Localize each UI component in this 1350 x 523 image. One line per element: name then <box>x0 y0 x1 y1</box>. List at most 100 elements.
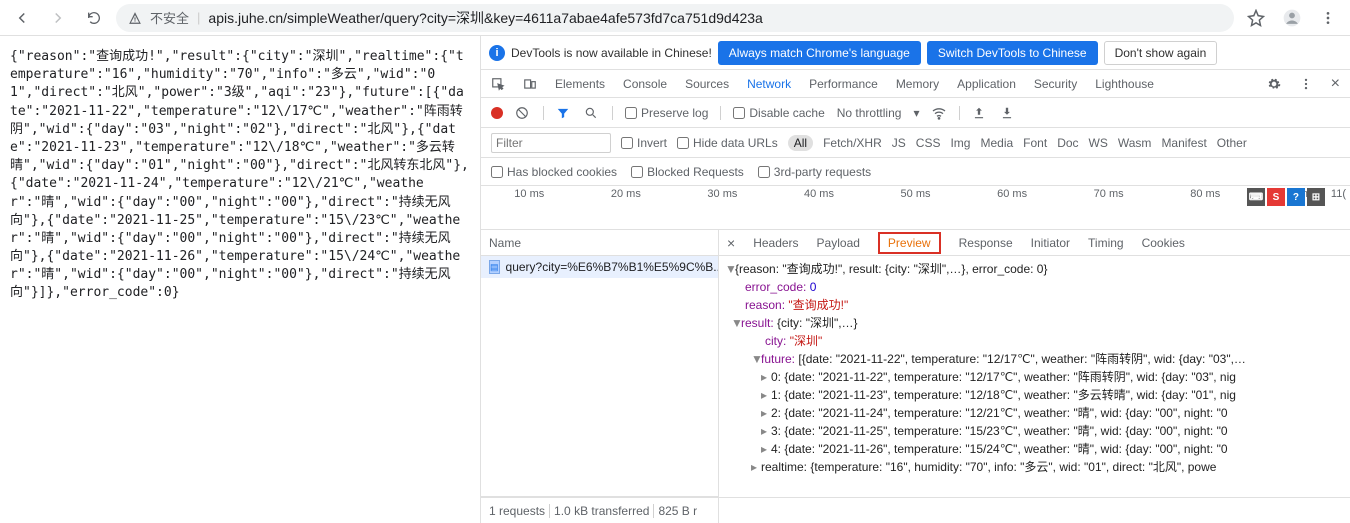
blocked-requests-checkbox[interactable]: Blocked Requests <box>631 165 744 179</box>
dtab-headers[interactable]: Headers <box>753 236 798 250</box>
network-toolbar: Preserve log Disable cache No throttling… <box>481 98 1350 128</box>
download-icon[interactable] <box>1000 106 1016 120</box>
request-row[interactable]: ▤ query?city=%E6%B7%B1%E5%9C%B... <box>481 256 718 278</box>
filter-input[interactable] <box>491 133 611 153</box>
star-icon[interactable] <box>1242 4 1270 32</box>
filter-fetch[interactable]: Fetch/XHR <box>823 136 882 150</box>
devtools-panel: i DevTools is now available in Chinese! … <box>480 36 1350 523</box>
timeline-tick: 60 ms <box>964 186 1061 200</box>
tab-performance[interactable]: Performance <box>809 77 878 91</box>
status-bar: 1 requests 1.0 kB transferred 825 B r <box>481 497 718 523</box>
match-language-button[interactable]: Always match Chrome's language <box>718 41 921 65</box>
timeline[interactable]: 10 ms 20 ms 30 ms 40 ms 50 ms 60 ms 70 m… <box>481 186 1350 230</box>
thirdparty-checkbox[interactable]: 3rd-party requests <box>758 165 871 179</box>
filter-bar: Invert Hide data URLs All Fetch/XHR JS C… <box>481 128 1350 158</box>
timeline-tick: 20 ms <box>578 186 675 200</box>
tab-application[interactable]: Application <box>957 77 1016 91</box>
infobar: i DevTools is now available in Chinese! … <box>481 36 1350 70</box>
preserve-log-checkbox[interactable]: Preserve log <box>625 106 708 120</box>
clear-icon[interactable] <box>515 106 531 120</box>
preview-pane[interactable]: ▼{reason: "查询成功!", result: {city: "深圳",…… <box>719 256 1350 497</box>
device-icon[interactable] <box>523 77 537 91</box>
file-icon: ▤ <box>489 260 500 274</box>
tab-console[interactable]: Console <box>623 77 667 91</box>
info-icon: i <box>489 45 505 61</box>
request-detail: × Headers Payload Preview Response Initi… <box>719 230 1350 523</box>
filter-doc[interactable]: Doc <box>1057 136 1078 150</box>
timeline-badges: ⌨ S ? ⊞ 11( <box>1247 188 1346 206</box>
filter-wasm[interactable]: Wasm <box>1118 136 1152 150</box>
url-text: apis.juhe.cn/simpleWeather/query?city=深圳… <box>208 8 762 28</box>
timeline-tick: 40 ms <box>771 186 868 200</box>
filter-img[interactable]: Img <box>950 136 970 150</box>
badge-s-icon[interactable]: S <box>1267 188 1285 206</box>
insecure-label: 不安全 <box>150 8 189 27</box>
dtab-preview[interactable]: Preview <box>878 232 941 254</box>
forward-icon[interactable] <box>44 4 72 32</box>
tab-memory[interactable]: Memory <box>896 77 939 91</box>
detail-status-bar <box>719 497 1350 523</box>
badge-icon[interactable]: ⌨ <box>1247 188 1265 206</box>
tab-network[interactable]: Network <box>747 77 791 91</box>
switch-language-button[interactable]: Switch DevTools to Chinese <box>927 41 1098 65</box>
tab-elements[interactable]: Elements <box>555 77 605 91</box>
devtools-tabbar: Elements Console Sources Network Perform… <box>481 70 1350 98</box>
omnibox[interactable]: 不安全 | apis.juhe.cn/simpleWeather/query?c… <box>116 4 1234 32</box>
filter-font[interactable]: Font <box>1023 136 1047 150</box>
inspect-icon[interactable] <box>491 77 505 91</box>
throttling-select[interactable]: No throttling <box>837 106 902 120</box>
tab-security[interactable]: Security <box>1034 77 1077 91</box>
badge-icon[interactable]: ⊞ <box>1307 188 1325 206</box>
reload-icon[interactable] <box>80 4 108 32</box>
timeline-tick: 50 ms <box>867 186 964 200</box>
timeline-tick: 30 ms <box>674 186 771 200</box>
dtab-initiator[interactable]: Initiator <box>1031 236 1070 250</box>
browser-toolbar: 不安全 | apis.juhe.cn/simpleWeather/query?c… <box>0 0 1350 36</box>
badge-help-icon[interactable]: ? <box>1287 188 1305 206</box>
requests-count: 1 requests <box>489 504 545 518</box>
dtab-timing[interactable]: Timing <box>1088 236 1124 250</box>
invert-checkbox[interactable]: Invert <box>621 136 667 150</box>
menu-icon[interactable] <box>1314 4 1342 32</box>
timeline-tick: 10 ms <box>481 186 578 200</box>
request-name: query?city=%E6%B7%B1%E5%9C%B... <box>506 260 718 274</box>
search-icon[interactable] <box>584 106 600 120</box>
timeline-tick: 80 ms <box>1157 186 1254 200</box>
profile-icon[interactable] <box>1278 4 1306 32</box>
disable-cache-checkbox[interactable]: Disable cache <box>733 106 824 120</box>
request-list: Name ▤ query?city=%E6%B7%B1%E5%9C%B... 1… <box>481 230 719 523</box>
filter-ws[interactable]: WS <box>1089 136 1108 150</box>
dont-show-button[interactable]: Don't show again <box>1104 41 1218 65</box>
more-icon[interactable] <box>1299 77 1313 91</box>
filter-all[interactable]: All <box>788 135 813 151</box>
filter-css[interactable]: CSS <box>916 136 941 150</box>
filter-manifest[interactable]: Manifest <box>1161 136 1206 150</box>
close-detail-icon[interactable]: × <box>727 235 735 251</box>
detail-tabs: × Headers Payload Preview Response Initi… <box>719 230 1350 256</box>
close-devtools-icon[interactable]: × <box>1331 75 1340 93</box>
filter-icon[interactable] <box>556 106 572 120</box>
resources-size: 825 B r <box>658 504 697 518</box>
infobar-message: DevTools is now available in Chinese! <box>511 46 712 60</box>
filter-bar-2: Has blocked cookies Blocked Requests 3rd… <box>481 158 1350 186</box>
transferred-size: 1.0 kB transferred <box>554 504 649 518</box>
back-icon[interactable] <box>8 4 36 32</box>
tab-sources[interactable]: Sources <box>685 77 729 91</box>
page-body: {"reason":"查询成功!","result":{"city":"深圳",… <box>0 36 480 523</box>
tab-lighthouse[interactable]: Lighthouse <box>1095 77 1154 91</box>
timeline-tick: 70 ms <box>1060 186 1157 200</box>
dtab-payload[interactable]: Payload <box>817 236 860 250</box>
gear-icon[interactable] <box>1267 77 1281 91</box>
filter-media[interactable]: Media <box>980 136 1013 150</box>
column-name[interactable]: Name <box>481 230 718 256</box>
hide-urls-checkbox[interactable]: Hide data URLs <box>677 136 778 150</box>
upload-icon[interactable] <box>972 106 988 120</box>
dtab-cookies[interactable]: Cookies <box>1142 236 1185 250</box>
wifi-icon[interactable] <box>931 105 947 121</box>
filter-other[interactable]: Other <box>1217 136 1247 150</box>
record-icon[interactable] <box>491 107 503 119</box>
filter-js[interactable]: JS <box>892 136 906 150</box>
blocked-cookies-checkbox[interactable]: Has blocked cookies <box>491 165 617 179</box>
dtab-response[interactable]: Response <box>959 236 1013 250</box>
chevron-down-icon[interactable]: ▾ <box>913 106 919 120</box>
